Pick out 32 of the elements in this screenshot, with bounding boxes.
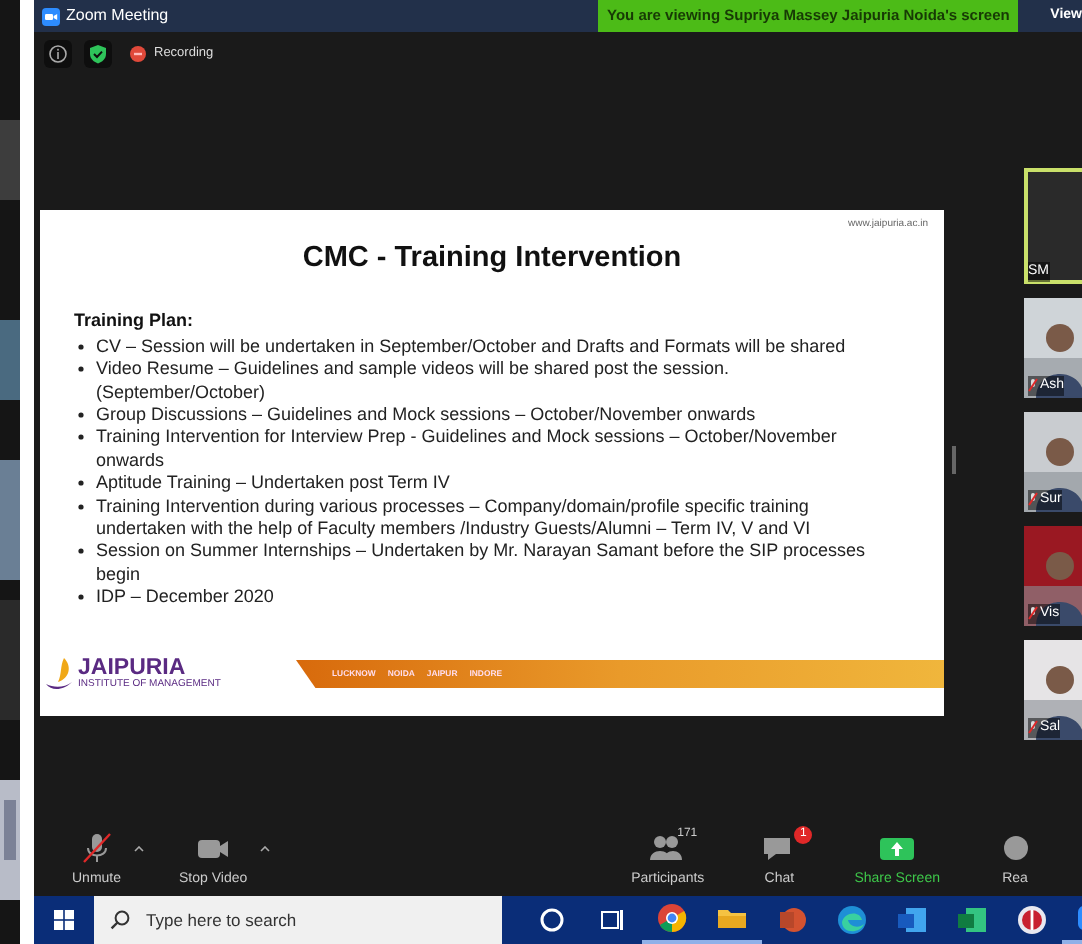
windows-logo-icon[interactable] — [54, 910, 74, 930]
bullet-icon — [78, 411, 84, 418]
bullet-icon — [78, 343, 84, 350]
bullet-text: IDP – December 2020 — [96, 586, 896, 610]
bullet-text: Video Resume – Guidelines and sample videos will be shared post the session. (September/October) — [96, 358, 896, 404]
bullet-text: Training Intervention for Interview Prep - Guidelines and Mock sessions – October/November onwards — [96, 426, 896, 473]
logo-name: JAIPURIA — [78, 658, 186, 678]
recording-icon — [130, 46, 146, 62]
mic-muted-icon — [77, 831, 116, 864]
window-title: Zoom Meeting — [66, 4, 169, 28]
bullet-text: CV – Session will be undertaken in September/October and Drafts and Formats will be shared — [96, 335, 896, 359]
bullet-icon — [78, 594, 84, 601]
taskbar-search-box[interactable]: Type here to search — [94, 896, 502, 944]
slide-title: CMC - Training Intervention — [300, 239, 684, 277]
search-icon — [110, 910, 130, 930]
bullet-icon — [78, 503, 84, 510]
info-icon[interactable] — [44, 40, 72, 68]
bullet-icon — [78, 434, 84, 441]
panel-resize-handle[interactable] — [952, 446, 956, 474]
bullet-text: Session on Summer Internships – Undertaken by Mr. Narayan Samant before the SIP processes begin — [96, 540, 896, 587]
bullet-icon — [78, 366, 84, 373]
caret-icon[interactable] — [133, 845, 144, 851]
bullet-text: Training Intervention during various processes – Company/domain/profile specific training undertaken with the help of Faculty members /Industry Guests/Alumni – Term IV, V and VI — [96, 495, 896, 541]
flame-logo-icon — [46, 658, 74, 690]
bullet-icon — [78, 480, 84, 487]
slide-heading: Training Plan: — [74, 308, 196, 335]
bullet-text: Group Discussions – Guidelines and Mock sessions – October/November onwards — [96, 403, 896, 427]
caret-icon[interactable] — [259, 845, 270, 851]
zoom-logo-icon — [42, 7, 60, 25]
bullet-icon — [78, 548, 84, 555]
bullet-text: Aptitude Training – Undertaken post Term IV — [96, 472, 896, 496]
shield-icon[interactable] — [84, 40, 112, 68]
